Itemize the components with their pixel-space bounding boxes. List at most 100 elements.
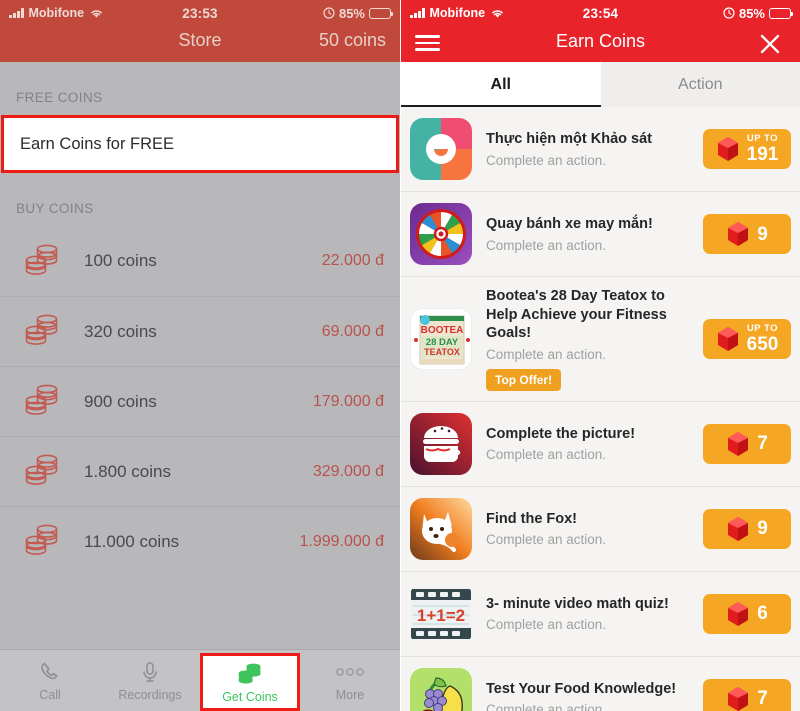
earn-coins-for-free-row[interactable]: Earn Coins for FREE bbox=[1, 115, 399, 173]
status-right-group: 85% bbox=[618, 6, 794, 21]
ellipsis-icon bbox=[334, 659, 366, 685]
bootea-box-icon: BOOTEA 28 DAY TEATOX bbox=[410, 307, 472, 370]
offer-subtitle: Complete an action. bbox=[486, 617, 607, 633]
status-bar-left: Mobifone 23:53 85% bbox=[0, 0, 400, 26]
tab-all[interactable]: All bbox=[401, 62, 601, 107]
list-item[interactable]: 100 coins 22.000 đ bbox=[0, 226, 400, 296]
status-left-group: Mobifone bbox=[410, 6, 583, 20]
offer-text-group: Quay bánh xe may mắn! Complete an action… bbox=[472, 215, 703, 253]
offer-subtitle: Complete an action. bbox=[486, 702, 607, 711]
reward-text-group: UP TO 650 bbox=[747, 324, 779, 355]
svg-text:TEATOX: TEATOX bbox=[424, 347, 460, 357]
dual-screenshot: Mobifone 23:53 85% Store 50 coins FREE C… bbox=[0, 0, 800, 711]
coins-stack-icon bbox=[22, 520, 64, 563]
gem-icon bbox=[728, 601, 749, 626]
list-item[interactable]: 1.800 coins 329.000 đ bbox=[0, 436, 400, 506]
tab-call[interactable]: Call bbox=[0, 650, 100, 711]
coins-stack-icon bbox=[22, 240, 64, 283]
coin-package-name: 11.000 coins bbox=[84, 531, 180, 551]
coin-package-name: 900 coins bbox=[84, 391, 157, 411]
coin-package-price: 329.000 đ bbox=[312, 462, 384, 480]
list-item[interactable]: Thực hiện một Khảo sát Complete an actio… bbox=[401, 107, 800, 192]
coin-package-name: 1.800 coins bbox=[84, 461, 171, 481]
offer-text-group: Complete the picture! Complete an action… bbox=[472, 425, 703, 463]
reward-button[interactable]: 9 bbox=[703, 508, 791, 549]
reward-value: 7 bbox=[757, 688, 768, 710]
tab-action[interactable]: Action bbox=[601, 62, 800, 107]
reward-button[interactable]: 6 bbox=[703, 593, 791, 634]
reward-button[interactable]: 7 bbox=[703, 423, 791, 464]
tab-label: Get Coins bbox=[222, 689, 278, 704]
list-item[interactable]: ? Complete the picture! Complete an acti… bbox=[401, 402, 800, 487]
alarm-icon bbox=[723, 7, 735, 19]
offer-subtitle: Complete an action. bbox=[486, 152, 607, 168]
coins-stack-icon bbox=[22, 380, 64, 423]
microphone-icon bbox=[138, 659, 162, 685]
gem-icon bbox=[728, 686, 749, 711]
tab-label: All bbox=[490, 75, 511, 93]
offer-title: Test Your Food Knowledge! bbox=[486, 680, 677, 697]
coin-package-price: 179.000 đ bbox=[312, 392, 384, 410]
gem-icon bbox=[717, 326, 738, 351]
wifi-icon bbox=[91, 9, 102, 18]
list-item[interactable]: 11.000 coins 1.999.000 đ bbox=[0, 506, 400, 576]
list-item[interactable]: Find the Fox! Complete an action. 9 bbox=[401, 487, 800, 572]
status-left-group: Mobifone bbox=[9, 6, 182, 20]
coin-package-price: 69.000 đ bbox=[321, 322, 384, 340]
gem-icon bbox=[728, 222, 749, 246]
signal-bars-icon bbox=[410, 8, 425, 18]
close-icon[interactable] bbox=[758, 32, 782, 56]
left-phone-screen: Mobifone 23:53 85% Store 50 coins FREE C… bbox=[0, 0, 400, 711]
reward-button[interactable]: 7 bbox=[703, 678, 791, 711]
svg-text:?: ? bbox=[453, 447, 461, 462]
status-right-group: 85% bbox=[218, 6, 394, 21]
reward-upto-label: UP TO bbox=[746, 132, 779, 144]
reward-value: 9 bbox=[757, 223, 768, 245]
right-phone-screen: Mobifone 23:54 85% Earn Coins All Action… bbox=[400, 0, 800, 711]
offer-title: Complete the picture! bbox=[486, 425, 636, 442]
offer-subtitle: Complete an action. bbox=[486, 346, 607, 362]
coin-package-name: 100 coins bbox=[84, 251, 157, 270]
list-item[interactable]: BOOTEA 28 DAY TEATOX Bootea's 28 Day Tea… bbox=[401, 277, 800, 402]
offer-text-group: Test Your Food Knowledge! Complete an ac… bbox=[472, 680, 703, 711]
earn-coins-for-free-label: Earn Coins for FREE bbox=[20, 134, 175, 153]
clock-label: 23:54 bbox=[582, 5, 619, 21]
phone-icon bbox=[38, 659, 62, 685]
svg-text:BOOTEA: BOOTEA bbox=[421, 325, 464, 336]
wifi-icon bbox=[492, 9, 503, 18]
buy-coins-section-header: BUY COINS bbox=[16, 201, 94, 216]
tab-label: Action bbox=[678, 75, 723, 93]
offer-text-group: 3- minute video math quiz! Complete an a… bbox=[472, 595, 703, 633]
reward-value: 191 bbox=[746, 144, 779, 166]
reward-text-group: 9 bbox=[757, 519, 768, 538]
reward-value: 7 bbox=[757, 433, 768, 455]
reward-text-group: 6 bbox=[757, 604, 768, 623]
reward-button[interactable]: UP TO 191 bbox=[703, 129, 791, 169]
coin-package-price: 1.999.000 đ bbox=[299, 532, 384, 550]
reward-button[interactable]: UP TO 650 bbox=[703, 318, 791, 359]
tab-more[interactable]: More bbox=[300, 650, 400, 711]
gem-icon bbox=[728, 516, 749, 541]
clock-label: 23:53 bbox=[182, 5, 218, 21]
coin-balance-label: 50 coins bbox=[318, 30, 386, 50]
coins-stack-icon bbox=[22, 450, 64, 493]
fox-icon bbox=[410, 497, 472, 560]
offer-tabs: All Action bbox=[401, 62, 800, 107]
buy-coins-list: 100 coins 22.000 đ 320 coins 69.000 đ 90… bbox=[0, 226, 400, 576]
wheel-of-fortune-icon bbox=[410, 203, 472, 265]
alarm-icon bbox=[323, 7, 335, 19]
film-math-icon: 1+1=2 bbox=[410, 582, 472, 645]
tab-get-coins[interactable]: Get Coins bbox=[200, 653, 300, 711]
list-item[interactable]: Test Your Food Knowledge! Complete an ac… bbox=[401, 657, 800, 711]
coins-stack-icon bbox=[22, 310, 64, 353]
list-item[interactable]: Quay bánh xe may mắn! Complete an action… bbox=[401, 192, 800, 277]
offer-text-group: Find the Fox! Complete an action. bbox=[472, 510, 703, 548]
reward-button[interactable]: 9 bbox=[703, 214, 791, 254]
signal-bars-icon bbox=[9, 8, 24, 18]
tab-recordings[interactable]: Recordings bbox=[100, 650, 200, 711]
coins-icon bbox=[235, 661, 265, 687]
list-item[interactable]: 1+1=2 3- minute video math quiz! Complet… bbox=[401, 572, 800, 657]
list-item[interactable]: 900 coins 179.000 đ bbox=[0, 366, 400, 436]
coin-package-name: 320 coins bbox=[84, 321, 157, 341]
list-item[interactable]: 320 coins 69.000 đ bbox=[0, 296, 400, 366]
